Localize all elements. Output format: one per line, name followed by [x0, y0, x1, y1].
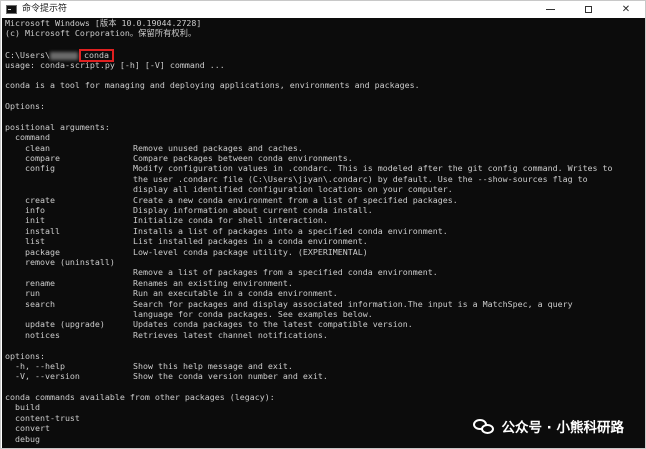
console-line: positional arguments:	[5, 121, 110, 132]
command-prompt-window: 命令提示符 ✕ Microsoft Windows [版本 10.0.19044…	[0, 0, 646, 449]
console-line: options:	[5, 350, 45, 361]
subcommand-name: init	[5, 215, 45, 226]
console-line: build	[5, 402, 40, 413]
subcommand-name: create	[5, 194, 55, 205]
subcommand-description: Updates conda packages to the latest com…	[133, 319, 413, 330]
console-line: list List installed packages in a conda e…	[5, 236, 420, 246]
console-app-icon	[6, 5, 17, 14]
console-line: command	[5, 132, 50, 143]
console-line: -V, --version Show the conda version numb…	[5, 371, 420, 381]
subcommand-name: package	[5, 246, 60, 257]
console-line: info Display information about current co…	[5, 205, 420, 215]
console-line: update (upgrade) Updates conda packages t…	[5, 319, 420, 329]
window-title: 命令提示符	[22, 4, 68, 14]
subcommand-description: Modify configuration values in .condarc.…	[133, 163, 613, 174]
console-line: Microsoft Windows [版本 10.0.19044.2728]	[5, 18, 202, 28]
console-line: notices Retrieves latest channel notifica…	[5, 330, 420, 340]
subcommand-description: display all identified configuration loc…	[133, 184, 453, 195]
subcommand-name: rename	[5, 277, 55, 288]
console-line: search Search for packages and display as…	[5, 298, 573, 309]
subcommand-description: Remove a list of packages from a specifi…	[133, 267, 438, 278]
console-line: conda commands available from other pack…	[5, 392, 275, 403]
subcommand-description: List installed packages in a conda envir…	[133, 236, 368, 247]
subcommand-name: clean	[5, 142, 50, 153]
minimize-button[interactable]	[531, 1, 569, 18]
console-line: package Low-level conda package utility. …	[5, 247, 420, 257]
subcommand-name: run	[5, 288, 40, 299]
console-line: (c) Microsoft Corporation。保留所有权利。	[5, 28, 197, 39]
subcommand-description: Run an executable in a conda environment…	[133, 288, 338, 299]
console-line: create Create a new conda environment fro…	[5, 194, 458, 205]
console-line: Options:	[5, 101, 45, 112]
subcommand-name: search	[5, 298, 55, 309]
subcommand-name: config	[5, 163, 55, 174]
subcommand-description: Display information about current conda …	[133, 205, 373, 216]
redacted-username	[49, 51, 78, 60]
subcommand-description: Initialize conda for shell interaction.	[133, 215, 328, 226]
window-controls: ✕	[531, 1, 645, 18]
watermark-text: 公众号 · 小熊科研路	[501, 420, 624, 436]
minimize-icon	[545, 9, 555, 10]
console-line: debug	[5, 433, 40, 444]
console-line: language for conda packages. See example…	[5, 309, 420, 319]
subcommand-name: install	[5, 225, 60, 236]
console-line: compare Compare packages between conda en…	[5, 153, 420, 163]
subcommand-description: Compare packages between conda environme…	[133, 153, 353, 164]
close-button[interactable]: ✕	[607, 1, 645, 18]
watermark: 公众号 · 小熊科研路	[473, 416, 624, 436]
subcommand-description: language for conda packages. See example…	[133, 308, 373, 319]
console-line: usage: conda-script.py [-h] [-V] command…	[5, 59, 225, 70]
subcommand-name: remove (uninstall)	[5, 256, 115, 267]
maximize-icon	[584, 6, 592, 13]
console-line: install Installs a list of packages into …	[5, 225, 448, 236]
subcommand-name: list	[5, 236, 45, 247]
maximize-button[interactable]	[569, 1, 607, 18]
console-line: display all identified configuration loc…	[5, 184, 453, 194]
console-line: run Run an executable in a conda environm…	[5, 288, 420, 298]
console-line: convert	[5, 423, 50, 434]
prompt-path: C:\Users\	[5, 50, 50, 61]
subcommand-description: Show the conda version number and exit.	[133, 371, 328, 382]
console-line: content-trust	[5, 412, 80, 423]
scrollbar[interactable]	[638, 18, 645, 448]
subcommand-description: the user .condarc file (C:\Users\jiyan\.…	[133, 173, 588, 184]
console-line: -h, --help Show this help message and exi…	[5, 361, 420, 371]
subcommand-name: update (upgrade)	[5, 319, 105, 330]
subcommand-description: Retrieves latest channel notifications.	[133, 329, 328, 340]
subcommand-name: compare	[5, 153, 60, 164]
console-line: config Modify configuration values in .co…	[5, 163, 613, 174]
subcommand-name: notices	[5, 329, 60, 340]
console-output-area[interactable]: Microsoft Windows [版本 10.0.19044.2728] (c…	[2, 18, 645, 448]
subcommand-description: Remove unused packages and caches.	[133, 142, 303, 153]
console-lines: Microsoft Windows [版本 10.0.19044.2728] (c…	[5, 18, 613, 444]
subcommand-description: Create a new conda environment from a li…	[133, 194, 458, 205]
console-line: Remove a list of packages from a specifi…	[5, 267, 438, 277]
subcommand-name: info	[5, 205, 45, 216]
subcommand-description: Search for packages and display associat…	[133, 298, 573, 309]
subcommand-name: -V, --version	[5, 371, 80, 382]
console-line: the user .condarc file (C:\Users\jiyan\.…	[5, 174, 588, 184]
title-bar[interactable]: 命令提示符 ✕	[1, 1, 645, 18]
subcommand-description: Installs a list of packages into a speci…	[133, 225, 448, 236]
console-line: clean Remove unused packages and caches.	[5, 143, 420, 153]
subcommand-name: -h, --help	[5, 360, 65, 371]
console-line: init Initialize conda for shell interacti…	[5, 215, 420, 225]
console-line: remove (uninstall)	[5, 257, 420, 267]
subcommand-description: Renames an existing environment.	[133, 277, 293, 288]
close-icon: ✕	[621, 4, 631, 15]
subcommand-description: Show this help message and exit.	[133, 360, 293, 371]
console-line: conda is a tool for managing and deployi…	[5, 80, 420, 91]
console-line: C:\Users\ conda	[5, 49, 420, 63]
subcommand-description: Low-level conda package utility. (EXPERI…	[133, 246, 368, 257]
wechat-icon	[473, 417, 495, 435]
console-line: rename Renames an existing environment.	[5, 278, 420, 288]
